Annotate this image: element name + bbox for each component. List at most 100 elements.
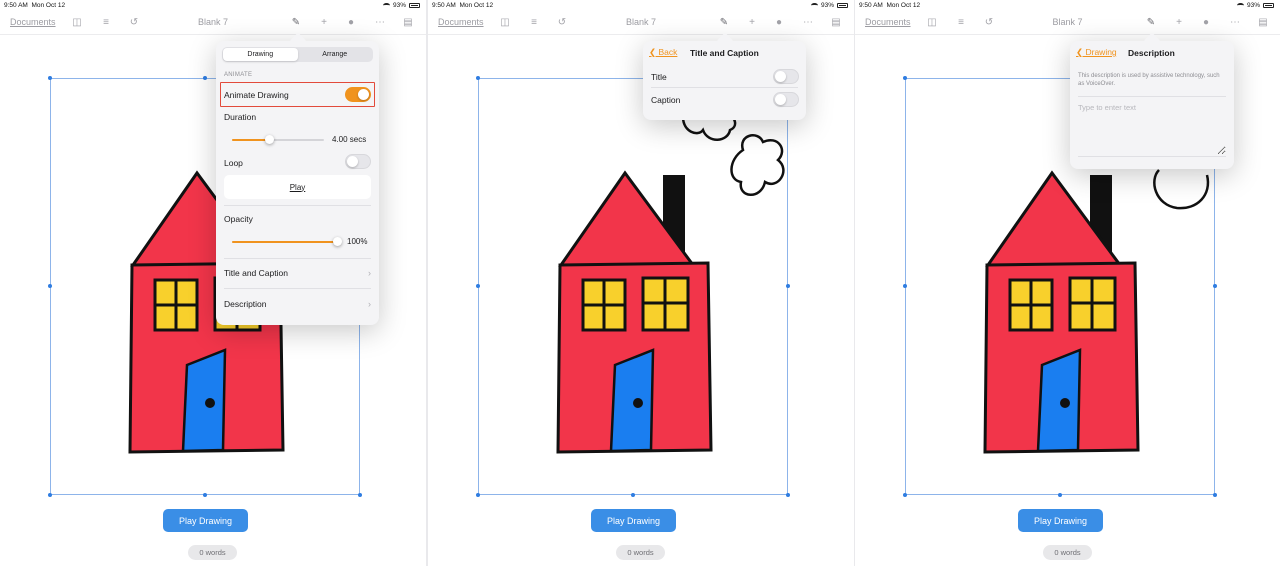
- description-popover: ❮ Drawing Description This description i…: [1070, 32, 1234, 169]
- collaborate-icon[interactable]: ●: [345, 17, 357, 29]
- duration-value: 4.00 secs: [332, 135, 367, 144]
- sidebar-icon[interactable]: ◫: [71, 17, 83, 29]
- selection-handle[interactable]: [203, 493, 207, 497]
- opacity-slider[interactable]: [232, 237, 342, 246]
- more-icon[interactable]: ⋯: [1229, 17, 1241, 29]
- wifi-icon: [810, 3, 818, 8]
- paintbrush-icon[interactable]: ✎: [1145, 17, 1157, 29]
- screenshot-pane-title-caption: 9:50 AM Mon Oct 12 93% Documents ◫ ≡ ↺ B…: [428, 0, 854, 566]
- document-icon[interactable]: ▤: [830, 17, 842, 29]
- window-right: [641, 276, 690, 332]
- plus-icon[interactable]: +: [746, 17, 758, 29]
- documents-link[interactable]: Documents: [865, 17, 911, 27]
- play-button[interactable]: Play: [224, 175, 371, 199]
- selection-handle[interactable]: [48, 493, 52, 497]
- window-right: [1068, 276, 1117, 332]
- list-icon[interactable]: ≡: [955, 17, 967, 29]
- door: [609, 348, 655, 453]
- toolbar: Documents ◫ ≡ ↺ Blank 7 ✎ + ● ⋯ ▤: [855, 11, 1280, 35]
- undo-icon[interactable]: ↺: [556, 17, 568, 29]
- selection-handle[interactable]: [903, 76, 907, 80]
- more-icon[interactable]: ⋯: [802, 17, 814, 29]
- caption-toggle[interactable]: [773, 92, 799, 107]
- back-button[interactable]: ❮ Back: [649, 47, 677, 58]
- tab-arrange[interactable]: Arrange: [298, 48, 373, 61]
- back-button[interactable]: ❮ Drawing: [1076, 47, 1117, 58]
- popover-tab-control: Drawing Arrange: [222, 47, 373, 62]
- screenshot-pane-drawing-settings: 9:50 AM Mon Oct 12 93% Documents ◫ ≡ ↺ B…: [0, 0, 426, 566]
- opacity-label: Opacity: [224, 214, 253, 224]
- selection-handle[interactable]: [48, 284, 52, 288]
- description-input[interactable]: [1078, 103, 1226, 155]
- door: [1036, 348, 1082, 453]
- opacity-value: 100%: [347, 237, 368, 246]
- selection-handle[interactable]: [1213, 284, 1217, 288]
- title-toggle[interactable]: [773, 69, 799, 84]
- play-drawing-button[interactable]: Play Drawing: [163, 509, 248, 532]
- selection-handle[interactable]: [203, 76, 207, 80]
- drawing-options-popover: Drawing Arrange ANIMATE Animate Drawing …: [216, 32, 379, 325]
- divider: [224, 258, 371, 259]
- selection-handle[interactable]: [786, 493, 790, 497]
- undo-icon[interactable]: ↺: [983, 17, 995, 29]
- collaborate-icon[interactable]: ●: [1200, 17, 1212, 29]
- battery-icon: [409, 3, 420, 8]
- popover-arrow: [716, 32, 734, 50]
- play-drawing-button[interactable]: Play Drawing: [591, 509, 676, 532]
- popover-arrow: [1143, 32, 1161, 50]
- selection-handle[interactable]: [476, 493, 480, 497]
- opacity-slider-knob[interactable]: [333, 237, 342, 246]
- document-title: Blank 7: [1052, 17, 1083, 27]
- battery-percent: 93%: [392, 2, 406, 9]
- divider: [651, 87, 798, 88]
- duration-label: Duration: [224, 112, 257, 122]
- paintbrush-icon[interactable]: ✎: [290, 17, 302, 29]
- window-left: [153, 278, 199, 332]
- status-time: 9:50 AM Mon Oct 12: [4, 2, 66, 9]
- wifi-icon: [1236, 3, 1244, 8]
- play-drawing-button[interactable]: Play Drawing: [1018, 509, 1103, 532]
- sidebar-icon[interactable]: ◫: [499, 17, 511, 29]
- documents-link[interactable]: Documents: [438, 17, 484, 27]
- selection-handle[interactable]: [786, 284, 790, 288]
- collaborate-icon[interactable]: ●: [773, 17, 785, 29]
- animate-drawing-label: Animate Drawing: [224, 90, 289, 100]
- documents-link[interactable]: Documents: [10, 17, 56, 27]
- selection-handle[interactable]: [903, 284, 907, 288]
- status-bar: 9:50 AM Mon Oct 12 93%: [0, 0, 426, 11]
- plus-icon[interactable]: +: [318, 17, 330, 29]
- toolbar: Documents ◫ ≡ ↺ Blank 7 ✎ + ● ⋯ ▤: [0, 11, 426, 35]
- tab-drawing[interactable]: Drawing: [223, 48, 298, 61]
- selection-handle[interactable]: [476, 76, 480, 80]
- word-count-badge: 0 words: [616, 545, 665, 560]
- battery-icon: [1263, 3, 1274, 8]
- status-right: 93%: [1236, 2, 1274, 9]
- animate-drawing-toggle[interactable]: [345, 87, 371, 102]
- selection-handle[interactable]: [631, 493, 635, 497]
- document-icon[interactable]: ▤: [402, 17, 414, 29]
- document-icon[interactable]: ▤: [1257, 17, 1269, 29]
- list-icon[interactable]: ≡: [528, 17, 540, 29]
- selection-handle[interactable]: [48, 76, 52, 80]
- loop-toggle[interactable]: [345, 154, 371, 169]
- wifi-icon: [382, 3, 390, 8]
- screenshot-pane-description: 9:50 AM Mon Oct 12 93% Documents ◫ ≡ ↺ B…: [855, 0, 1280, 566]
- house-drawing: [556, 170, 713, 454]
- plus-icon[interactable]: +: [1173, 17, 1185, 29]
- selection-handle[interactable]: [476, 284, 480, 288]
- undo-icon[interactable]: ↺: [128, 17, 140, 29]
- description-help-text: This description is used by assistive te…: [1078, 73, 1220, 87]
- title-and-caption-label: Title and Caption: [224, 268, 288, 278]
- selection-handle[interactable]: [358, 493, 362, 497]
- selection-handle[interactable]: [903, 493, 907, 497]
- paintbrush-icon[interactable]: ✎: [718, 17, 730, 29]
- status-right: 93%: [382, 2, 420, 9]
- duration-slider-knob[interactable]: [264, 135, 274, 144]
- duration-slider[interactable]: [232, 135, 324, 144]
- selection-handle[interactable]: [1058, 493, 1062, 497]
- selection-handle[interactable]: [1213, 493, 1217, 497]
- sidebar-icon[interactable]: ◫: [926, 17, 938, 29]
- divider: [224, 288, 371, 289]
- list-icon[interactable]: ≡: [100, 17, 112, 29]
- more-icon[interactable]: ⋯: [374, 17, 386, 29]
